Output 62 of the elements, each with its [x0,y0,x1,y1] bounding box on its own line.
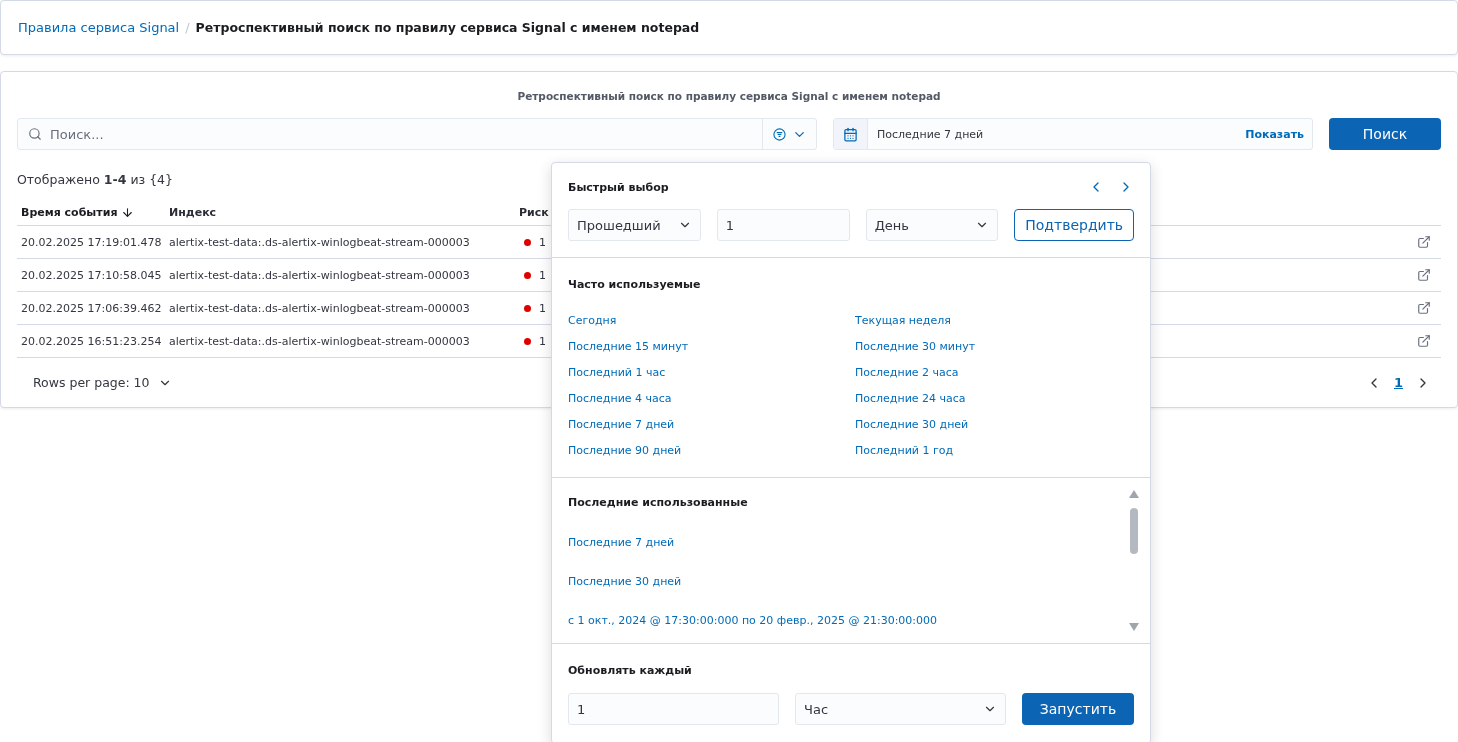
section-title: Быстрый выбор [568,180,669,194]
panel-title: Ретроспективный поиск по правилу сервиса Signal с именем notepad [516,90,942,102]
search-button[interactable]: Поиск [1329,118,1441,150]
show-link[interactable]: Показать [1245,127,1312,141]
start-button[interactable]: Запустить [1022,693,1134,725]
count-input[interactable]: 1 [716,209,850,241]
rows-per-page-button[interactable]: Rows per page: 10 [27,374,178,391]
index-cell-text: alertix-test-data:.ds-alertix-winlogbeat-stream-000003 [168,334,471,348]
apply-button[interactable]: Подтвердить [1014,209,1134,241]
range-link[interactable]: Последние 2 часа [855,365,959,379]
risk-cell: 1 [539,301,546,315]
tense-select[interactable]: Прошедший [568,209,701,241]
range-link[interactable]: Текущая неделя [855,313,951,327]
results-summary: Отображено 1-4 из {4} [17,172,174,187]
range-link[interactable]: Последний 1 час [568,365,666,379]
recent-range-link[interactable]: Последние 30 дней [568,575,682,588]
breadcrumb-link[interactable]: Правила сервиса Signal [18,20,180,35]
breadcrumb-current: Ретроспективный поиск по правилу сервиса Signal с именем notepad [195,20,700,35]
time-cell-text: 20.02.2025 16:51:23.254 [20,334,163,348]
index-cell-text: alertix-test-data:.ds-alertix-winlogbeat-stream-000003 [168,268,471,282]
interval-unit-select[interactable]: Час [795,693,1006,725]
search-bar[interactable]: Поиск... [17,118,817,150]
calendar-button[interactable] [834,119,868,149]
range-link[interactable]: Последние 30 дней [855,417,969,431]
unit-select[interactable]: День [865,209,999,241]
external-link-icon[interactable] [1417,301,1431,315]
search-icon [28,127,42,141]
interval-input[interactable]: 1 [568,693,779,725]
section-title: Обновлять каждый [568,664,693,677]
page-button[interactable]: 1 [1393,375,1403,390]
sort-arrow-icon [121,205,135,219]
range-link[interactable]: Последний 1 год [855,443,954,457]
risk-cell: 1 [539,334,546,348]
calendar-icon [843,126,858,142]
risk-cell: 1 [539,268,546,282]
external-link-icon[interactable] [1417,268,1431,282]
column-header[interactable]: Индекс [165,205,515,219]
recent-range-link[interactable]: Последние 7 дней [568,536,675,549]
time-cell-text: 20.02.2025 17:10:58.045 [20,268,163,282]
search-input[interactable]: Поиск... [42,125,762,143]
section-title: Часто используемые [568,278,702,291]
time-cell-text: 20.02.2025 17:06:39.462 [20,301,163,315]
column-header[interactable]: Время события [17,205,165,219]
external-link-icon[interactable] [1417,334,1431,348]
filter-icon [772,127,786,141]
range-link[interactable]: Сегодня [568,313,617,327]
range-link[interactable]: Последние 7 дней [568,417,675,431]
range-link[interactable]: Последние 30 минут [855,339,976,353]
external-link-icon[interactable] [1417,235,1431,249]
section-title: Последние использованные [568,496,749,509]
risk-cell: 1 [539,235,546,249]
scrollbar-thumb[interactable] [1130,508,1138,554]
range-link[interactable]: Последние 24 часа [855,391,966,405]
range-link[interactable]: Последние 90 дней [568,443,682,457]
index-cell-text: alertix-test-data:.ds-alertix-winlogbeat-stream-000003 [168,235,471,249]
recent-range-link[interactable]: с 1 окт., 2024 @ 17:30:00:000 по 20 февр., 2025 @ 21:30:00:000 [568,614,938,627]
time-cell-text: 20.02.2025 17:19:01.478 [20,235,163,249]
index-cell-text: alertix-test-data:.ds-alertix-winlogbeat-stream-000003 [168,301,471,315]
range-link[interactable]: Последние 4 часа [568,391,672,405]
range-link[interactable]: Последние 15 минут [568,339,689,353]
date-range-value: Последние 7 дней [876,127,985,141]
breadcrumb-separator: / [185,20,190,35]
